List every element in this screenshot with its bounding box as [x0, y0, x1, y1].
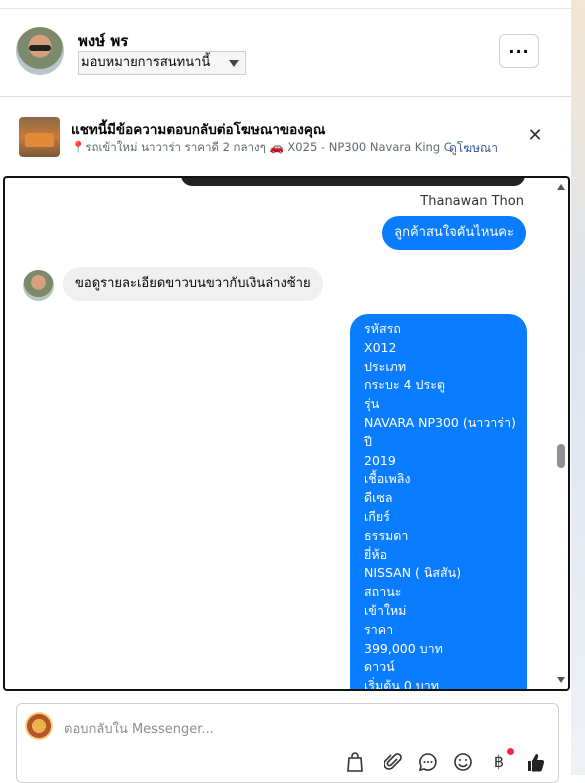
- sender-name: Thanawan Thon: [420, 194, 524, 209]
- detail-line: กระบะ 4 ประตู: [364, 377, 446, 393]
- detail-line: ประเภท: [364, 358, 407, 374]
- detail-line: ดาวน์: [364, 659, 395, 675]
- incoming-message[interactable]: ขอดูรายละเอียดขาวบนขวากับเงินล่างซ้าย: [63, 267, 323, 301]
- scrollbar[interactable]: [554, 178, 568, 689]
- shopping-bag-icon[interactable]: [345, 752, 365, 772]
- detail-line: 2019: [364, 452, 396, 468]
- more-options-button[interactable]: ···: [499, 34, 539, 68]
- outgoing-message[interactable]: ลูกค้าสนใจคันไหนคะ: [382, 216, 526, 250]
- detail-line: เชื้อเพลิง: [364, 471, 411, 487]
- detail-line: ยี่ห้อ: [364, 546, 388, 562]
- contact-avatar[interactable]: [23, 270, 54, 301]
- ad-banner-title: แชทนี้มีข้อความตอบกลับต่อโฆษณาของคุณ: [71, 122, 326, 138]
- close-icon[interactable]: ✕: [526, 127, 544, 145]
- detail-line: ธรรมดา: [364, 527, 409, 543]
- ad-banner-subtitle: 📍รถเข้าใหม่ นาวาร่า ราคาดี 2 กลางๆ 🚗 X02…: [71, 140, 451, 154]
- page-avatar: [25, 712, 53, 740]
- scroll-up-arrow-icon[interactable]: [557, 184, 565, 190]
- detail-line: เริ่มต้น 0 บาท: [364, 678, 439, 691]
- user-name[interactable]: พงษ์ พร: [78, 29, 128, 53]
- detail-line: รุ่น: [364, 396, 380, 412]
- detail-line: X012: [364, 339, 397, 355]
- detail-line: NISSAN ( นิสสัน): [364, 565, 462, 581]
- caret-down-icon: [229, 60, 239, 67]
- reply-input[interactable]: ตอบกลับใน Messenger...: [64, 718, 214, 739]
- detail-line: ราคา: [364, 621, 394, 637]
- thumbs-up-icon[interactable]: [526, 752, 546, 772]
- right-edge-strip: [571, 0, 585, 775]
- paperclip-icon[interactable]: [383, 752, 403, 772]
- detail-line: เกียร์: [364, 508, 390, 524]
- detail-line: สถานะ: [364, 584, 402, 600]
- outgoing-details-message[interactable]: รหัสรถ X012 ประเภท กระบะ 4 ประตู รุ่น NA…: [350, 314, 527, 691]
- baht-icon[interactable]: ฿: [489, 752, 509, 772]
- notification-dot: [507, 748, 514, 755]
- detail-line: รหัสรถ: [364, 321, 401, 336]
- scroll-down-arrow-icon[interactable]: [557, 677, 565, 683]
- view-ad-link[interactable]: ดูโฆษณา: [449, 139, 498, 158]
- message-thread[interactable]: Thanawan Thon ลูกค้าสนใจคันไหนคะ ขอดูราย…: [3, 176, 570, 691]
- detail-line: ดีเซล: [364, 490, 393, 506]
- assign-label: มอบหมายการสนทนานี้: [81, 55, 211, 70]
- conversation-panel: พงษ์ พร มอบหมายการสนทนานี้ ··· แชทนี้มีข…: [0, 0, 571, 783]
- scrollbar-thumb[interactable]: [557, 444, 565, 468]
- user-avatar[interactable]: [16, 27, 64, 75]
- reply-composer[interactable]: [16, 703, 559, 783]
- detail-line: 399,000 บาท: [364, 640, 443, 656]
- detail-line: เข้าใหม่: [364, 602, 407, 618]
- detail-line: ปี: [364, 433, 372, 449]
- saved-reply-icon[interactable]: [418, 752, 438, 772]
- detail-line: NAVARA NP300 (นาวาร่า): [364, 414, 516, 430]
- previous-message-bubble: [181, 178, 525, 186]
- assign-conversation-dropdown[interactable]: มอบหมายการสนทนานี้: [78, 51, 246, 75]
- ad-thumbnail[interactable]: [19, 117, 60, 157]
- emoji-icon[interactable]: [453, 752, 473, 772]
